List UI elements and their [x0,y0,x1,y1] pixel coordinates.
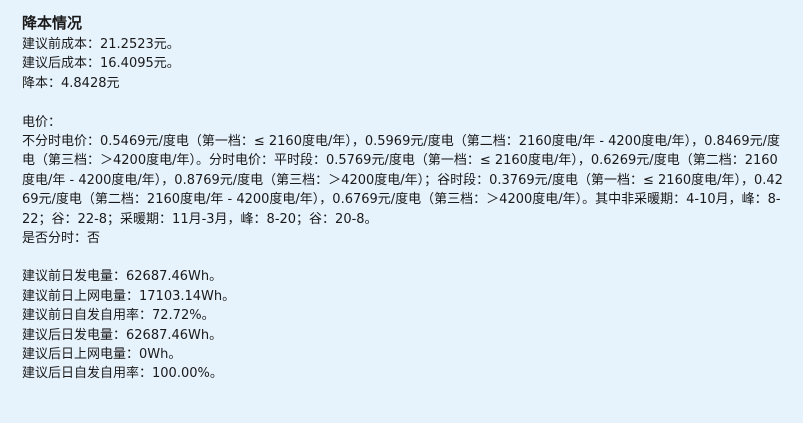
after-daily-grid-export: 建议后日上网电量：0Wh。 [22,347,182,363]
after-daily-generation: 建议后日发电量：62687.46Wh。 [22,327,223,343]
cost-after: 建议后成本：16.4095元。 [22,56,180,72]
after-self-use-rate: 建议后日自发自用率：100.00%。 [22,366,223,382]
cost-reduction-panel: 降本情况 建议前成本：21.2523元。 建议后成本：16.4095元。 降本：… [0,0,803,423]
before-self-use-rate: 建议前日自发自用率：72.72%。 [22,308,215,324]
cost-reduction: 降本：4.8428元 [22,75,120,91]
section-title: 降本情况 [22,14,83,32]
time-of-use-flag: 是否分时：否 [22,231,101,247]
price-label: 电价： [22,114,62,130]
cost-before: 建议前成本：21.2523元。 [22,37,180,52]
price-detail: 不分时电价：0.5469元/度电（第一档：≤ 2160度电/年），0.5969元… [22,134,783,227]
before-daily-grid-export: 建议前日上网电量：17103.14Wh。 [22,288,236,304]
before-daily-generation: 建议前日发电量：62687.46Wh。 [22,269,223,285]
